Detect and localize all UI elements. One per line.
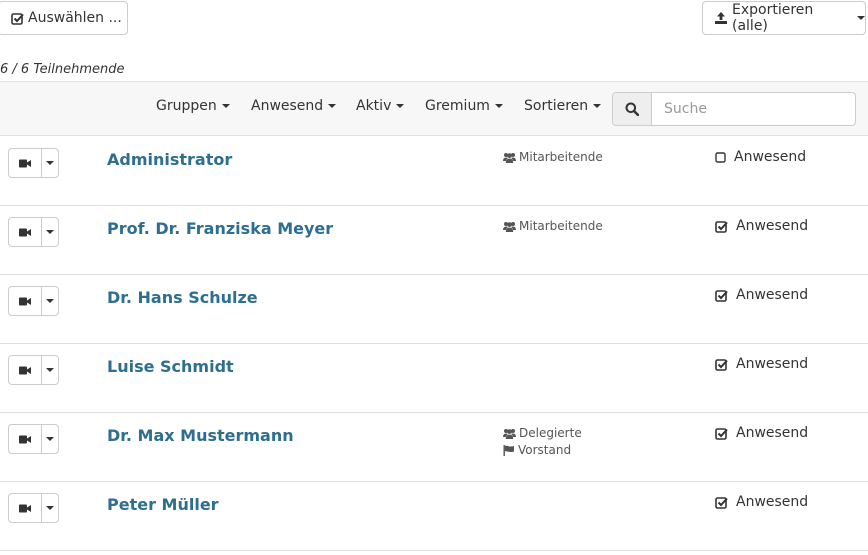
chevron-down-icon <box>221 104 230 108</box>
select-button[interactable]: Auswählen ... <box>0 1 128 35</box>
presence-label: Anwesend <box>736 218 809 234</box>
video-camera-icon[interactable] <box>9 149 42 177</box>
users-icon <box>503 152 519 163</box>
conference-button-group <box>8 493 59 523</box>
participant-name[interactable]: Prof. Dr. Franziska Meyer <box>107 219 333 238</box>
participant-name[interactable]: Dr. Hans Schulze <box>107 288 258 307</box>
row-dropdown-toggle[interactable] <box>42 287 58 315</box>
chevron-down-icon <box>46 368 54 372</box>
presence-label: Anwesend <box>736 287 809 303</box>
conference-button-group <box>8 286 59 316</box>
checked-checkbox-icon <box>715 220 736 233</box>
filter-active[interactable]: Aktiv <box>356 98 405 114</box>
search-icon[interactable] <box>613 93 652 125</box>
presence-toggle[interactable]: Anwesend <box>715 356 808 372</box>
participant-row: Luise Schmidt Anwesend <box>0 344 868 413</box>
group-tag: Mitarbeitende <box>503 218 603 235</box>
chevron-down-icon <box>593 104 602 108</box>
video-camera-icon[interactable] <box>9 356 42 384</box>
search-box <box>612 92 856 126</box>
presence-label: Anwesend <box>734 149 807 165</box>
row-dropdown-toggle[interactable] <box>42 218 58 246</box>
participant-groups: Mitarbeitende <box>503 218 603 235</box>
presence-toggle[interactable]: Anwesend <box>715 494 808 510</box>
filter-toolbar: Gruppen Anwesend Aktiv Gremium Sortieren <box>0 81 868 136</box>
row-dropdown-toggle[interactable] <box>42 494 58 522</box>
presence-toggle[interactable]: Anwesend <box>715 287 808 303</box>
presence-label: Anwesend <box>736 494 809 510</box>
users-icon <box>503 428 519 439</box>
participant-row: Administrator Mitarbeitende Anwesend <box>0 137 868 206</box>
participant-groups: Delegierte Vorstand <box>503 425 582 459</box>
sort-dropdown[interactable]: Sortieren <box>524 98 602 114</box>
row-dropdown-toggle[interactable] <box>42 425 58 453</box>
presence-toggle[interactable]: Anwesend <box>715 218 808 234</box>
select-button-label: Auswählen ... <box>28 10 122 26</box>
chevron-down-icon <box>494 104 503 108</box>
chevron-down-icon <box>46 230 54 234</box>
filter-groups[interactable]: Gruppen <box>156 98 230 114</box>
search-input[interactable] <box>652 93 855 125</box>
chevron-down-icon <box>46 161 54 165</box>
row-dropdown-toggle[interactable] <box>42 356 58 384</box>
users-icon <box>503 221 519 232</box>
participant-groups: Mitarbeitende <box>503 149 603 166</box>
chevron-down-icon <box>46 506 54 510</box>
video-camera-icon[interactable] <box>9 425 42 453</box>
checked-checkbox-icon <box>715 496 736 509</box>
upload-icon <box>715 12 727 24</box>
row-dropdown-toggle[interactable] <box>42 149 58 177</box>
presence-toggle[interactable]: Anwesend <box>715 149 806 165</box>
participant-row: Peter Müller Anwesend <box>0 482 868 551</box>
export-button[interactable]: Exportieren (alle) <box>702 1 866 35</box>
presence-label: Anwesend <box>736 356 809 372</box>
filter-committee[interactable]: Gremium <box>425 98 503 114</box>
group-tag: Delegierte <box>503 425 582 442</box>
export-button-label: Exportieren (alle) <box>732 2 814 34</box>
participant-name[interactable]: Peter Müller <box>107 495 219 514</box>
conference-button-group <box>8 217 59 247</box>
conference-button-group <box>8 148 59 178</box>
chevron-down-icon <box>857 16 865 20</box>
participant-count: 6 / 6 Teilnehmende <box>0 62 125 77</box>
participant-row: Prof. Dr. Franziska Meyer Mitarbeitende An… <box>0 206 868 275</box>
presence-toggle[interactable]: Anwesend <box>715 425 808 441</box>
participant-row: Dr. Max Mustermann Delegierte Vorstand Anwe… <box>0 413 868 482</box>
chevron-down-icon <box>46 437 54 441</box>
chevron-down-icon <box>328 104 337 108</box>
video-camera-icon[interactable] <box>9 494 42 522</box>
conference-button-group <box>8 355 59 385</box>
chevron-down-icon <box>46 299 54 303</box>
filter-present[interactable]: Anwesend <box>251 98 337 114</box>
unchecked-checkbox-icon <box>715 151 734 163</box>
checkbox-icon <box>11 12 24 25</box>
participant-name[interactable]: Luise Schmidt <box>107 357 234 376</box>
participant-row: Dr. Hans Schulze Anwesend <box>0 275 868 344</box>
checked-checkbox-icon <box>715 358 736 371</box>
participant-name[interactable]: Administrator <box>107 150 232 169</box>
committee-tag: Vorstand <box>503 442 582 459</box>
video-camera-icon[interactable] <box>9 287 42 315</box>
chevron-down-icon <box>396 104 405 108</box>
checked-checkbox-icon <box>715 427 736 440</box>
video-camera-icon[interactable] <box>9 218 42 246</box>
presence-label: Anwesend <box>736 425 809 441</box>
checked-checkbox-icon <box>715 289 736 302</box>
participant-name[interactable]: Dr. Max Mustermann <box>107 426 294 445</box>
group-tag: Mitarbeitende <box>503 149 603 166</box>
conference-button-group <box>8 424 59 454</box>
flag-icon <box>503 445 518 456</box>
